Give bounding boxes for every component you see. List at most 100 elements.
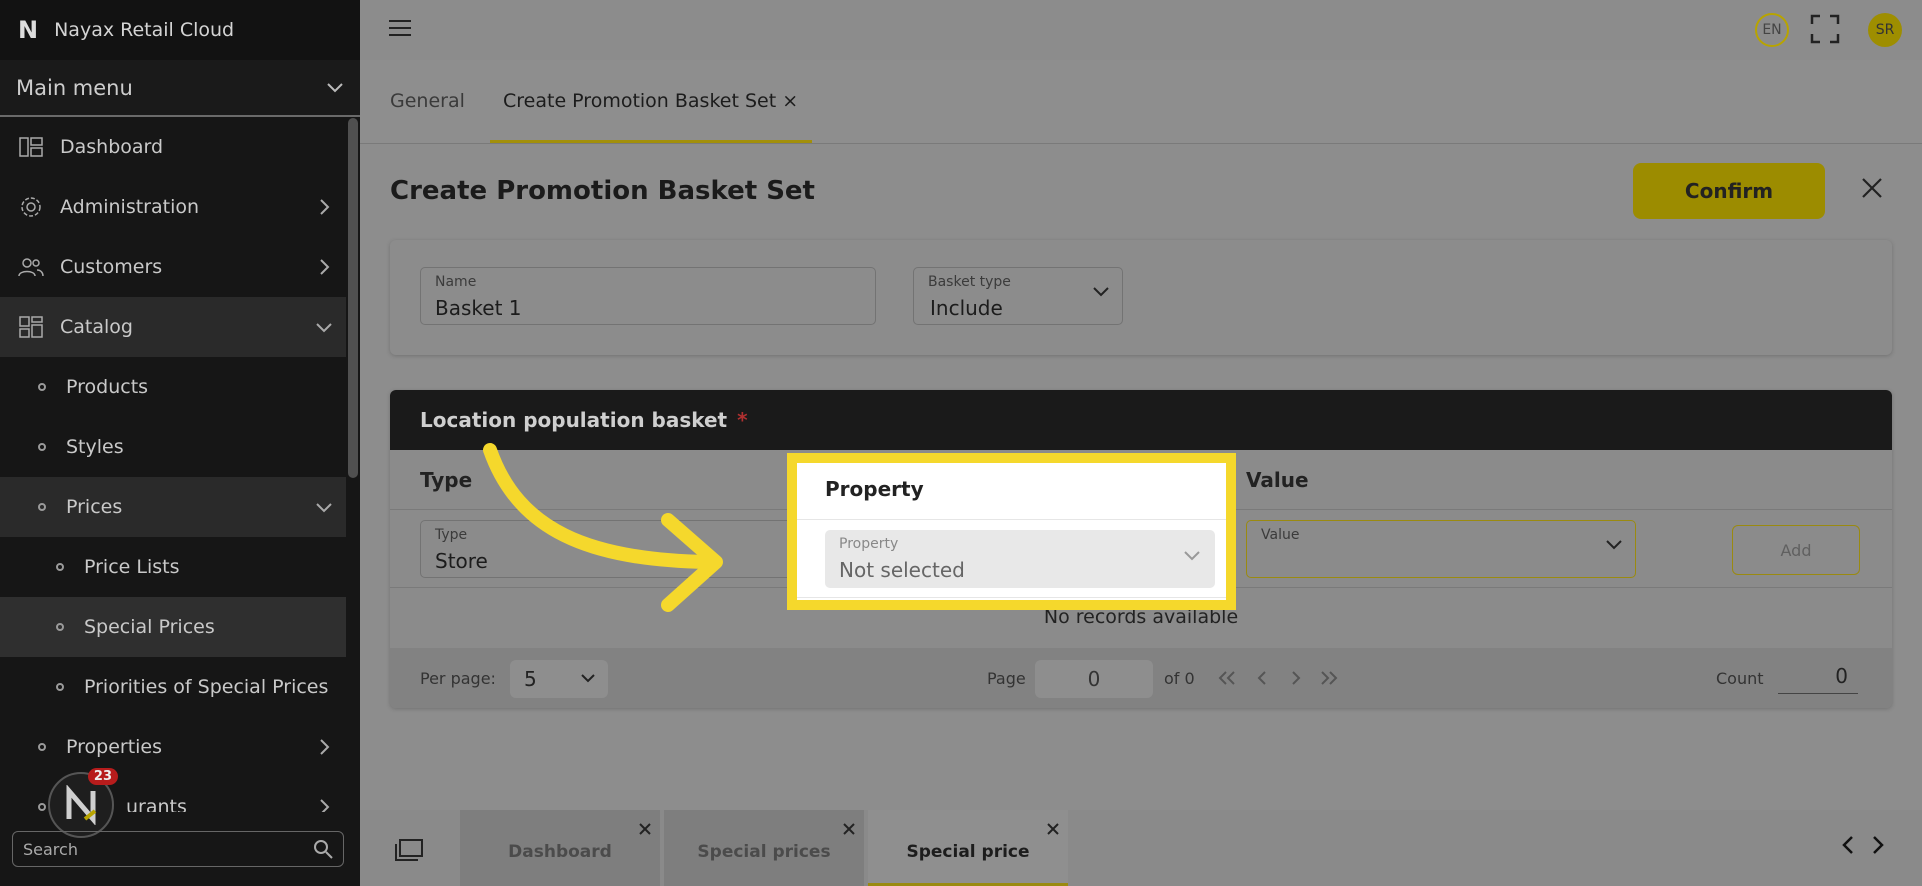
required-mark: *	[737, 408, 748, 432]
column-header-property: Property	[825, 477, 924, 501]
per-page-select[interactable]: 5	[510, 660, 608, 698]
value-select[interactable]: Value	[1246, 520, 1636, 578]
page-of-label: of 0	[1164, 669, 1195, 688]
chevron-right-icon	[320, 199, 330, 215]
gear-icon	[18, 194, 44, 220]
assistant-bubble[interactable]: 23	[48, 768, 118, 838]
column-header-value: Value	[1246, 468, 1309, 492]
bullet-icon	[56, 683, 64, 691]
page-label: Page	[987, 669, 1026, 688]
bottom-tab-special-price[interactable]: Special price	[868, 810, 1068, 886]
name-value: Basket 1	[435, 296, 522, 320]
bottom-tab-bar: Dashboard Special prices Special price	[360, 810, 1922, 886]
bottom-tab-label: Special price	[906, 842, 1030, 862]
page-input[interactable]: 0	[1035, 660, 1153, 698]
property-highlight: Property Property Not selected	[787, 453, 1236, 610]
page-title: Create Promotion Basket Set	[390, 176, 815, 206]
bottom-tab-special-prices[interactable]: Special prices	[664, 810, 864, 886]
top-bar: EN SR	[360, 0, 1922, 60]
sidebar-item-price-lists[interactable]: Price Lists	[0, 537, 346, 597]
chevron-right-icon	[320, 799, 330, 812]
sidebar-item-styles[interactable]: Styles	[0, 417, 346, 477]
basket-type-label: Basket type	[928, 274, 1011, 290]
sidebar-item-administration[interactable]: Administration	[0, 177, 346, 237]
fullscreen-icon[interactable]	[1810, 14, 1840, 44]
main-menu-toggle[interactable]: Main menu	[0, 60, 360, 117]
brand-header: N Nayax Retail Cloud	[0, 0, 360, 60]
chevron-down-icon	[1606, 540, 1622, 550]
per-page-label: Per page:	[420, 669, 496, 688]
sidebar-scrollbar[interactable]	[348, 118, 358, 478]
language-button[interactable]: EN	[1755, 13, 1789, 47]
search-icon[interactable]	[313, 839, 333, 859]
bottom-tab-label: Dashboard	[508, 842, 612, 862]
chevron-right-icon	[320, 739, 330, 755]
chevron-right-icon[interactable]	[1870, 834, 1886, 856]
sidebar-item-label: Administration	[60, 196, 200, 218]
property-field-label: Property	[839, 536, 899, 552]
bullet-icon	[38, 383, 46, 391]
add-button[interactable]: Add	[1732, 525, 1860, 575]
basket-form-card: Name Basket 1 Basket type Include	[390, 240, 1892, 355]
next-page-icon[interactable]	[1290, 670, 1302, 686]
pagination-bar: Per page: 5 Page 0 of 0 Count 0	[390, 648, 1892, 708]
first-page-icon[interactable]	[1218, 670, 1236, 686]
sidebar-item-priorities-special-prices[interactable]: Priorities of Special Prices	[0, 657, 346, 717]
value-field-label: Value	[1261, 527, 1300, 543]
sidebar-item-products[interactable]: Products	[0, 357, 346, 417]
chevron-down-icon	[316, 323, 332, 333]
sidebar-item-label: Catalog	[60, 316, 133, 338]
tab-close-icon[interactable]: ×	[782, 90, 798, 112]
close-icon[interactable]	[638, 822, 652, 836]
chevron-down-icon	[327, 82, 343, 92]
sidebar-item-dashboard[interactable]: Dashboard	[0, 117, 346, 177]
nayax-logo-icon	[66, 785, 97, 825]
divider	[797, 597, 1226, 598]
chevron-down-icon	[1093, 287, 1109, 297]
grid-icon	[18, 314, 44, 340]
close-icon[interactable]	[842, 822, 856, 836]
sidebar: N Nayax Retail Cloud Main menu Dashboard…	[0, 0, 360, 886]
main-menu-label: Main menu	[16, 75, 133, 100]
bullet-icon	[38, 443, 46, 451]
bullet-icon	[56, 623, 64, 631]
page-tabs: General Create Promotion Basket Set ×	[360, 60, 1922, 144]
tab-create-promotion-basket-set[interactable]: Create Promotion Basket Set ×	[503, 90, 798, 112]
count-label: Count	[1716, 669, 1764, 688]
last-page-icon[interactable]	[1320, 670, 1338, 686]
sidebar-item-label: Dashboard	[60, 136, 164, 158]
name-field[interactable]: Name Basket 1	[420, 267, 876, 325]
property-select[interactable]: Property Not selected	[825, 530, 1215, 588]
chevron-left-icon[interactable]	[1840, 834, 1856, 856]
close-icon[interactable]	[1860, 176, 1884, 200]
chevron-down-icon	[316, 503, 332, 513]
notification-badge: 23	[87, 768, 118, 785]
previous-page-icon[interactable]	[1256, 670, 1268, 686]
windows-icon[interactable]	[394, 838, 424, 862]
basket-title: Location population basket	[420, 408, 728, 432]
sidebar-item-prices[interactable]: Prices	[0, 477, 346, 537]
sidebar-item-customers[interactable]: Customers	[0, 237, 346, 297]
hamburger-menu-icon[interactable]	[388, 18, 412, 38]
tab-label: Create Promotion Basket Set	[503, 90, 777, 112]
basket-type-select[interactable]: Basket type Include	[913, 267, 1123, 325]
sidebar-item-label: Prices	[66, 496, 123, 518]
divider	[797, 519, 1226, 520]
chevron-down-icon	[1184, 551, 1200, 561]
close-icon[interactable]	[1046, 822, 1060, 836]
confirm-button[interactable]: Confirm	[1633, 163, 1825, 219]
sidebar-search	[12, 831, 344, 867]
basket-type-value: Include	[930, 296, 1003, 320]
tab-general[interactable]: General	[390, 90, 465, 112]
user-avatar[interactable]: SR	[1868, 13, 1902, 47]
search-input[interactable]	[23, 839, 283, 859]
bottom-tab-label: Special prices	[697, 842, 831, 862]
tab-scroll-arrows	[1840, 834, 1886, 856]
column-header-type: Type	[420, 468, 473, 492]
sidebar-item-special-prices[interactable]: Special Prices	[0, 597, 346, 657]
count-value: 0	[1778, 660, 1858, 694]
sidebar-item-catalog[interactable]: Catalog	[0, 297, 346, 357]
sidebar-item-properties[interactable]: Properties	[0, 717, 346, 777]
bottom-tab-dashboard[interactable]: Dashboard	[460, 810, 660, 886]
type-field-label: Type	[435, 527, 468, 543]
